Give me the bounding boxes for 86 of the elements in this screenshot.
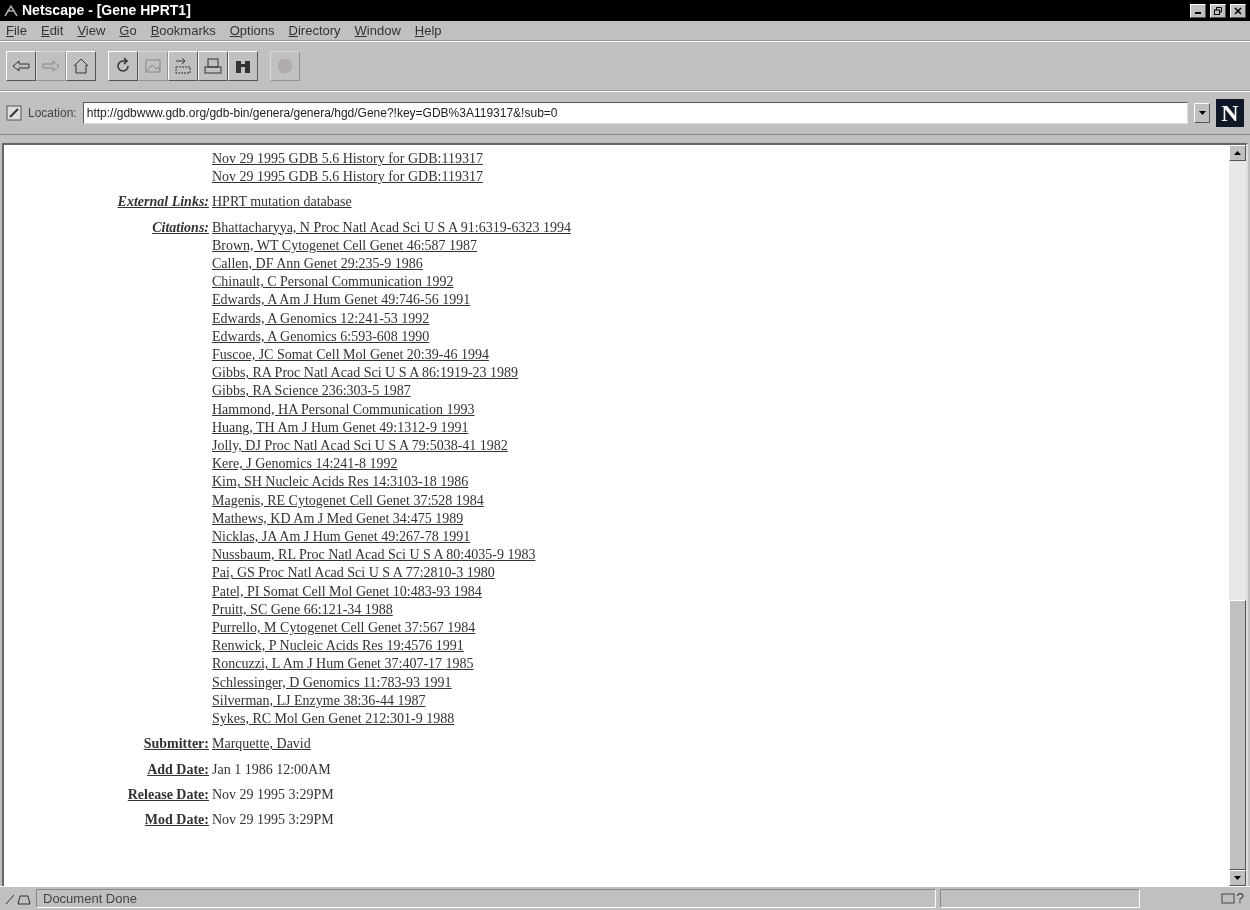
caret-icon [1198, 111, 1206, 115]
link[interactable]: Purrello, M Cytogenet Cell Genet 37:567 1984 [212, 619, 476, 638]
link[interactable]: Gibbs, RA Proc Natl Acad Sci U S A 86:1919-23 1989 [212, 364, 519, 383]
link[interactable]: Renwick, P Nucleic Acids Res 19:4576 1991 [212, 637, 464, 656]
menu-item[interactable]: Options [229, 20, 275, 41]
open-icon [173, 56, 193, 76]
mail-icon [1221, 893, 1236, 904]
field-label: External Links: [117, 193, 209, 212]
location-field[interactable]: http://gdbwww.gdb.org/gdb-bin/genera/genera/hgd/Gene?!key=GDB%3A119317&!sub=0 [82, 102, 1188, 124]
house-icon [72, 57, 90, 75]
link[interactable]: Bhattacharyya, N Proc Natl Acad Sci U S A 91:6319-6323 1994 [212, 218, 571, 237]
link[interactable]: Kere, J Genomics 14:241-8 1992 [212, 455, 398, 474]
link[interactable]: Fuscoe, JC Somat Cell Mol Genet 20:39-46 1994 [212, 346, 489, 365]
link[interactable]: Nov 29 1995 GDB 5.6 History for GDB:119317 [212, 168, 483, 187]
menu-item[interactable]: Edit [40, 20, 64, 41]
link[interactable]: Hammond, HA Personal Communication 1993 [212, 400, 475, 419]
link[interactable]: Nov 29 1995 GDB 5.6 History for GDB:119317 [212, 150, 483, 169]
link[interactable]: Gibbs, RA Science 236:303-5 1987 [212, 382, 411, 401]
field-value: Nov 29 1995 3:29PM [212, 810, 334, 829]
field-label: Release Date: [127, 785, 209, 804]
logo: N [1216, 99, 1244, 127]
status-text: Document Done [36, 889, 936, 908]
toolbar-button[interactable] [108, 51, 138, 81]
toolbar-button[interactable] [168, 51, 198, 81]
scroll-down-button[interactable] [1229, 870, 1246, 886]
menu-item[interactable]: File [6, 20, 27, 41]
minimize-button[interactable] [1190, 3, 1206, 18]
bookmark-icon [6, 105, 22, 121]
menu-item[interactable]: Bookmarks [150, 20, 216, 41]
link[interactable]: Silverman, LJ Enzyme 38:36-44 1987 [212, 691, 426, 711]
link[interactable]: Edwards, A Genomics 6:593-608 1990 [212, 327, 430, 347]
link[interactable]: Nicklas, JA Am J Hum Genet 49:267-78 1991 [212, 528, 471, 547]
link[interactable]: HPRT mutation database [212, 193, 352, 212]
right-arrow-icon [41, 59, 61, 73]
scroll-thumb[interactable] [1229, 600, 1246, 870]
link[interactable]: Pai, GS Proc Natl Acad Sci U S A 77:2810-3 1980 [212, 564, 495, 583]
link[interactable]: Edwards, A Am J Hum Genet 49:746-56 1991 [212, 291, 471, 310]
close-icon [1234, 6, 1242, 15]
menu-item[interactable]: Window [354, 20, 401, 41]
restore-icon [1214, 6, 1222, 15]
link[interactable]: Edwards, A Genomics 12:241-53 1992 [212, 309, 430, 328]
link[interactable]: Kim, SH Nucleic Acids Res 14:3103-18 1986 [212, 473, 469, 492]
menu-item[interactable]: Help [414, 20, 442, 41]
link[interactable]: Roncuzzi, L Am J Hum Genet 37:407-17 1985 [212, 655, 474, 674]
link[interactable]: Marquette, David [212, 735, 311, 754]
location-label: Location: [28, 105, 77, 122]
link[interactable]: Patel, PI Somat Cell Mol Genet 10:483-93 1984 [212, 582, 482, 601]
toolbar-button[interactable] [228, 51, 258, 81]
link[interactable]: Brown, WT Cytogenet Cell Genet 46:587 1987 [212, 236, 478, 255]
link[interactable]: Chinault, C Personal Communication 1992 [212, 273, 454, 292]
left-arrow-icon [11, 59, 31, 73]
menu-item[interactable]: View [77, 20, 106, 41]
menu-item[interactable]: Directory [288, 20, 341, 41]
menu-item[interactable]: Go [119, 20, 137, 41]
link[interactable]: Callen, DF Ann Genet 29:235-9 1986 [212, 255, 423, 274]
help-mark: ? [1236, 889, 1244, 908]
toolbar-button[interactable] [6, 51, 36, 81]
toolbar-button[interactable] [66, 51, 96, 81]
field-label: Submitter: [143, 735, 209, 754]
link[interactable]: Magenis, RE Cytogenet Cell Genet 37:528 1984 [212, 491, 484, 510]
field-value: Jan 1 1986 12:00AM [212, 760, 331, 779]
app-icon [4, 4, 18, 17]
scrollbar[interactable] [1229, 145, 1246, 886]
close-button[interactable] [1230, 3, 1246, 18]
field-label: Citations: [152, 218, 209, 237]
scroll-up-button[interactable] [1229, 145, 1246, 161]
link[interactable]: Sykes, RC Mol Gen Genet 212:301-9 1988 [212, 710, 455, 729]
link[interactable]: Mathews, KD Am J Med Genet 34:475 1989 [212, 509, 464, 529]
caret-icon [1234, 876, 1241, 880]
minimize-icon [1195, 12, 1201, 14]
link[interactable]: Jolly, DJ Proc Natl Acad Sci U S A 79:5038-41 1982 [212, 437, 508, 456]
link[interactable]: Pruitt, SC Gene 66:121-34 1988 [212, 600, 393, 620]
window-title: Netscape - [Gene HPRT1] [22, 1, 191, 20]
link[interactable]: Schlessinger, D Genomics 11:783-93 1991 [212, 673, 452, 692]
toolbar-button[interactable] [198, 51, 228, 81]
printer-icon [203, 57, 223, 75]
field-label: Mod Date: [144, 810, 209, 829]
dropdown-button[interactable] [1194, 103, 1210, 123]
picture-icon [144, 57, 162, 75]
restore-button[interactable] [1210, 3, 1226, 18]
reload-icon [114, 57, 132, 75]
field-value: Nov 29 1995 3:29PM [212, 785, 334, 804]
link[interactable]: Huang, TH Am J Hum Genet 49:1312-9 1991 [212, 418, 469, 438]
field-label: Add Date: [147, 760, 209, 779]
caret-up-icon [1234, 151, 1241, 155]
link[interactable]: Nussbaum, RL Proc Natl Acad Sci U S A 80:4035-9 1983 [212, 546, 536, 565]
